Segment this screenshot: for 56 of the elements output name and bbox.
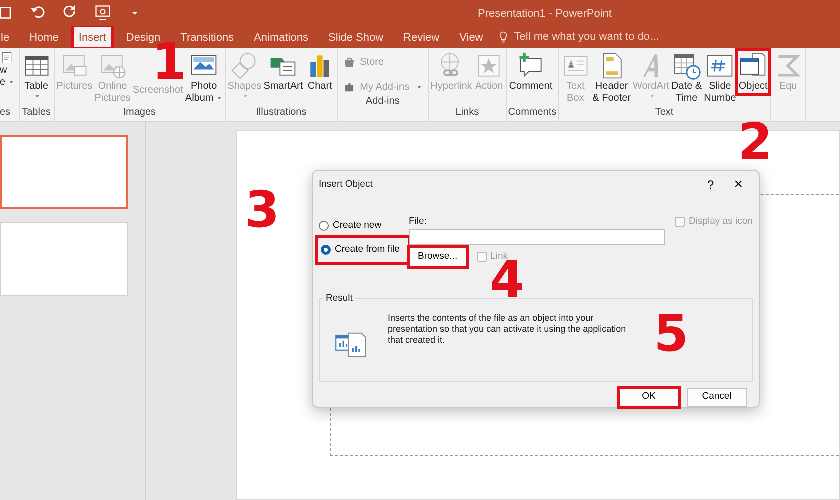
group-label: Links: [454, 107, 480, 120]
ribbon-command[interactable]: w e: [0, 50, 15, 90]
group-label: es: [0, 107, 12, 120]
group-label: Add-ins: [364, 96, 401, 109]
ribbon-tab[interactable]: Review: [398, 26, 446, 48]
step-number: 2: [738, 124, 773, 162]
redo-icon: [62, 4, 78, 20]
ribbon-command[interactable]: Photo Album: [184, 50, 224, 106]
bag-icon: [343, 56, 356, 69]
step-number: 5: [654, 316, 689, 354]
puzzle-icon: [343, 81, 356, 94]
dialog-button[interactable]: OK: [619, 388, 679, 407]
ribbon-command[interactable]: SmartArt: [262, 50, 304, 94]
save-icon: [0, 4, 14, 22]
close-button[interactable]: ×: [724, 174, 753, 196]
help-button[interactable]: ?: [698, 176, 724, 194]
browse-button[interactable]: Browse...: [409, 247, 467, 268]
tell-me-box[interactable]: Tell me what you want to do...: [489, 26, 668, 48]
group-label: Text: [654, 107, 675, 120]
ribbon-tab[interactable]: Insert: [72, 26, 112, 48]
step-number: 4: [490, 262, 525, 300]
ribbon-command[interactable]: Slide Numbe: [703, 50, 738, 106]
file-path-field[interactable]: [409, 229, 665, 246]
radio-option[interactable]: Create from file: [317, 237, 409, 264]
ribbon-command[interactable]: Object: [737, 50, 770, 94]
result-description: Inserts the contents of the file as an object into your presentation so that you can activate it using the application that created it.: [388, 313, 628, 346]
ribbon-tab[interactable]: Animations: [248, 26, 314, 48]
ribbon-command[interactable]: Header & Footer: [592, 50, 632, 106]
ribbon-command[interactable]: Table: [20, 50, 53, 101]
ribbon-command[interactable]: Comment: [508, 50, 554, 94]
ribbon-tab[interactable]: View: [454, 26, 490, 48]
caret-icon: [8, 78, 15, 86]
group-label: Tables: [21, 107, 52, 120]
window-title: Presentation1 - PowerPoint: [478, 8, 612, 20]
ribbon-tab[interactable]: Home: [24, 26, 65, 48]
group-label: Comments: [508, 107, 557, 120]
ribbon-tab[interactable]: Slide Show: [322, 26, 390, 48]
caret-icon: [416, 84, 423, 91]
presenter-icon: [94, 4, 112, 22]
group-label: Illustrations: [255, 107, 308, 120]
ribbon-command[interactable]: Chart: [304, 50, 336, 94]
caret-icon: [216, 94, 223, 102]
step-number: 3: [245, 192, 280, 230]
ribbon-command[interactable]: Date & Time: [670, 50, 704, 106]
slide-thumbnail[interactable]: [0, 135, 128, 209]
group-label: Images: [122, 107, 158, 120]
undo-icon: [30, 4, 46, 20]
caret-icon: [242, 93, 250, 100]
radio-option[interactable]: Create new: [317, 216, 409, 236]
caret-icon: [34, 93, 42, 100]
caret-icon: [648, 93, 656, 100]
field-label: File:: [409, 214, 428, 229]
ribbon-tab[interactable]: le: [0, 26, 16, 48]
slide-thumbnail[interactable]: [0, 222, 128, 296]
dialog-title: Insert Object: [319, 178, 373, 192]
dialog-button[interactable]: Cancel: [687, 388, 747, 407]
